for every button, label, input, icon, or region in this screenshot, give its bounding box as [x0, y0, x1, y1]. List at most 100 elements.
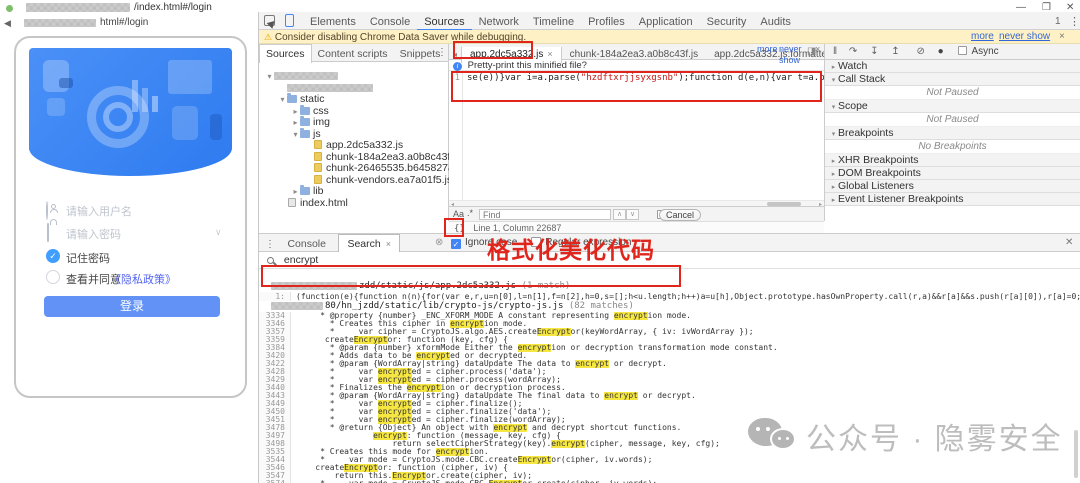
tree-item-lib[interactable]: ▸ lib	[259, 185, 448, 198]
tab-security[interactable]: Security	[700, 13, 754, 31]
search-result-file[interactable]: 80/hn_jzdd/static/lib/crypto-js/crypto-j…	[259, 301, 1080, 312]
tab-console[interactable]: Console	[279, 235, 334, 252]
browser-tab-title[interactable]: /index.html#/login	[134, 2, 212, 13]
ignore-case-checkbox[interactable]: ✓	[451, 239, 461, 249]
find-cancel-button[interactable]: Cancel	[659, 208, 701, 221]
sidebar-tab-content-scripts[interactable]: Content scripts	[312, 45, 394, 63]
tab-timeline[interactable]: Timeline	[526, 13, 581, 31]
expander-icon[interactable]: ▸	[291, 186, 300, 198]
tab-sources[interactable]: Sources	[417, 13, 472, 31]
username-field[interactable]: 请输入用户名	[46, 201, 221, 220]
find-next-button[interactable]: ∨	[626, 209, 639, 220]
search-result-line[interactable]: 3346 * Creates this cipher in encryption…	[259, 320, 1080, 328]
tab-audits[interactable]: Audits	[753, 13, 798, 31]
search-result-line[interactable]: 3449 * var encrypted = cipher.finalize()…	[259, 400, 1080, 408]
clear-search-icon[interactable]: ⊗	[435, 234, 443, 251]
search-result-line[interactable]: 1: (function(e){function n(n){for(var e,r…	[259, 292, 1080, 301]
close-tab-icon[interactable]: ×	[547, 49, 552, 59]
search-result-line[interactable]: 3334 * @property {number} _ENC_XFORM_MOD…	[259, 312, 1080, 320]
section-call-stack[interactable]: ▾ Call Stack	[825, 73, 1080, 86]
expander-icon[interactable]: ▾	[829, 74, 838, 87]
sidebar-tab-sources[interactable]: Sources	[259, 44, 312, 63]
step-into-icon[interactable]: ↧	[870, 44, 878, 60]
section-breakpoints[interactable]: ▾ Breakpoints	[825, 127, 1080, 140]
section-global-listeners[interactable]: ▸ Global Listeners	[825, 180, 1080, 193]
search-result-line[interactable]: 3357 * var cipher = CryptoJS.algo.AES.cr…	[259, 328, 1080, 336]
back-icon[interactable]: ◀	[4, 18, 11, 29]
search-result-line[interactable]: 3440 * Finalizes the encryption or decry…	[259, 384, 1080, 392]
warning-close-icon[interactable]: ×	[1059, 30, 1065, 44]
tab-application[interactable]: Application	[632, 13, 700, 31]
find-previous-button[interactable]: ∧	[613, 209, 626, 220]
remember-password-row[interactable]: ✓ 记住密码	[46, 249, 226, 265]
step-over-icon[interactable]: ↷	[849, 44, 857, 60]
code-editor[interactable]: 1 se(e))}var i=a.parse("hzdftxrjjsyxgsnb…	[449, 71, 824, 200]
tree-item-img[interactable]: ▸ img	[259, 116, 448, 129]
device-toolbar-icon[interactable]	[285, 14, 294, 27]
section-event-listener-breakpoints[interactable]: ▸ Event Listener Breakpoints	[825, 193, 1080, 206]
search-tab-close-icon[interactable]: ×	[386, 239, 391, 249]
search-result-line[interactable]: 3443 * @param {WordArray|string} dataUpd…	[259, 392, 1080, 400]
privacy-policy-link[interactable]: 《隐私政策》	[110, 271, 176, 287]
tree-item-static[interactable]: ▾ static	[259, 93, 448, 106]
tree-item-css[interactable]: ▸ css	[259, 104, 448, 118]
expander-icon[interactable]: ▾	[829, 101, 838, 114]
expander-icon[interactable]: ▾	[291, 129, 300, 141]
search-result-line[interactable]: 3359 createEncryptor: function (key, cfg…	[259, 336, 1080, 344]
expander-icon[interactable]: ▾	[265, 71, 274, 83]
section-watch[interactable]: ▸ Watch	[825, 60, 1080, 73]
expander-icon[interactable]: ▸	[291, 106, 300, 118]
deactivate-breakpoints-icon[interactable]: ⊘	[916, 44, 924, 60]
find-input[interactable]	[479, 209, 611, 220]
drawer-scrollbar[interactable]	[1074, 430, 1078, 478]
expander-icon[interactable]: ▸	[291, 117, 300, 129]
regex-toggle[interactable]: .*	[467, 208, 473, 218]
url-text[interactable]: html#/login	[100, 17, 148, 28]
section-scope[interactable]: ▾ Scope	[825, 100, 1080, 113]
section-dom-breakpoints[interactable]: ▸ DOM Breakpoints	[825, 167, 1080, 180]
warning-never-show-link[interactable]: never show	[999, 30, 1050, 44]
search-query[interactable]: encrypt	[284, 254, 318, 266]
step-out-icon[interactable]: ↥	[891, 44, 899, 60]
password-toggle-icon[interactable]: ∨	[215, 227, 222, 238]
tab-search[interactable]: Search ×	[338, 234, 400, 252]
tab-nav-back-icon[interactable]: ◂	[449, 50, 461, 59]
password-field[interactable]: 请输入密码 ∨	[46, 223, 222, 242]
remember-checkbox-checked[interactable]: ✓	[46, 249, 60, 263]
tree-item-index.html[interactable]: index.html	[259, 197, 448, 210]
pretty-more-link[interactable]: more	[757, 44, 778, 55]
search-result-file[interactable]: zdd/static/js/app.2dc5a332.js (1 match)	[259, 281, 1080, 292]
warning-more-link[interactable]: more	[971, 30, 994, 44]
drawer-menu-icon[interactable]: ⋮	[265, 239, 275, 250]
tab-network[interactable]: Network	[472, 13, 526, 31]
search-result-line[interactable]: 3384 * @param {number} xformMode Either …	[259, 344, 1080, 352]
expander-icon[interactable]: ▾	[829, 128, 838, 141]
devtools-menu-icon[interactable]: ⋮	[1069, 15, 1080, 28]
inspect-element-icon[interactable]	[264, 15, 275, 26]
section-xhr-breakpoints[interactable]: ▸ XHR Breakpoints	[825, 154, 1080, 167]
pause-on-exceptions-icon[interactable]: ●	[938, 44, 944, 60]
agree-policy-row[interactable]: 查看并同意 《隐私政策》	[46, 270, 236, 286]
async-checkbox[interactable]	[958, 46, 968, 55]
search-result-line[interactable]: 3547 return this.Encryptor.create(cipher…	[259, 472, 1080, 480]
search-result-line[interactable]: 3429 * var encrypted = cipher.process(wo…	[259, 376, 1080, 384]
search-result-line[interactable]: 3422 * @param {WordArray|string} dataUpd…	[259, 360, 1080, 368]
tab-elements[interactable]: Elements	[303, 13, 363, 31]
tree-item-chunk-vendors.ea7a01f5.js[interactable]: chunk-vendors.ea7a01f5.js	[259, 174, 452, 187]
expander-icon[interactable]: ▾	[278, 94, 287, 106]
sidebar-menu-icon[interactable]: ⋮	[437, 47, 447, 58]
expander-icon[interactable]: ▸	[829, 194, 838, 207]
drawer-close-icon[interactable]: ✕	[1065, 237, 1073, 248]
login-button[interactable]: 登录	[44, 296, 220, 317]
match-case-toggle[interactable]: Aa	[453, 209, 464, 219]
pause-icon[interactable]: ‖	[833, 44, 837, 60]
tab-console[interactable]: Console	[363, 13, 417, 31]
error-count-badge[interactable]: 1	[1055, 16, 1061, 27]
search-result-line[interactable]: 3546 createEncryptor: function (cipher, …	[259, 464, 1080, 472]
tree-item-redacted[interactable]: ▾	[259, 71, 448, 83]
agree-radio-unchecked[interactable]	[46, 270, 60, 284]
search-result-line[interactable]: 3428 * var encrypted = cipher.process('d…	[259, 368, 1080, 376]
search-result-line[interactable]: 3420 * Adds data to be encrypted or decr…	[259, 352, 1080, 360]
pretty-print-prompt[interactable]: Pretty-print this minified file?	[468, 60, 587, 71]
tab-profiles[interactable]: Profiles	[581, 13, 632, 31]
